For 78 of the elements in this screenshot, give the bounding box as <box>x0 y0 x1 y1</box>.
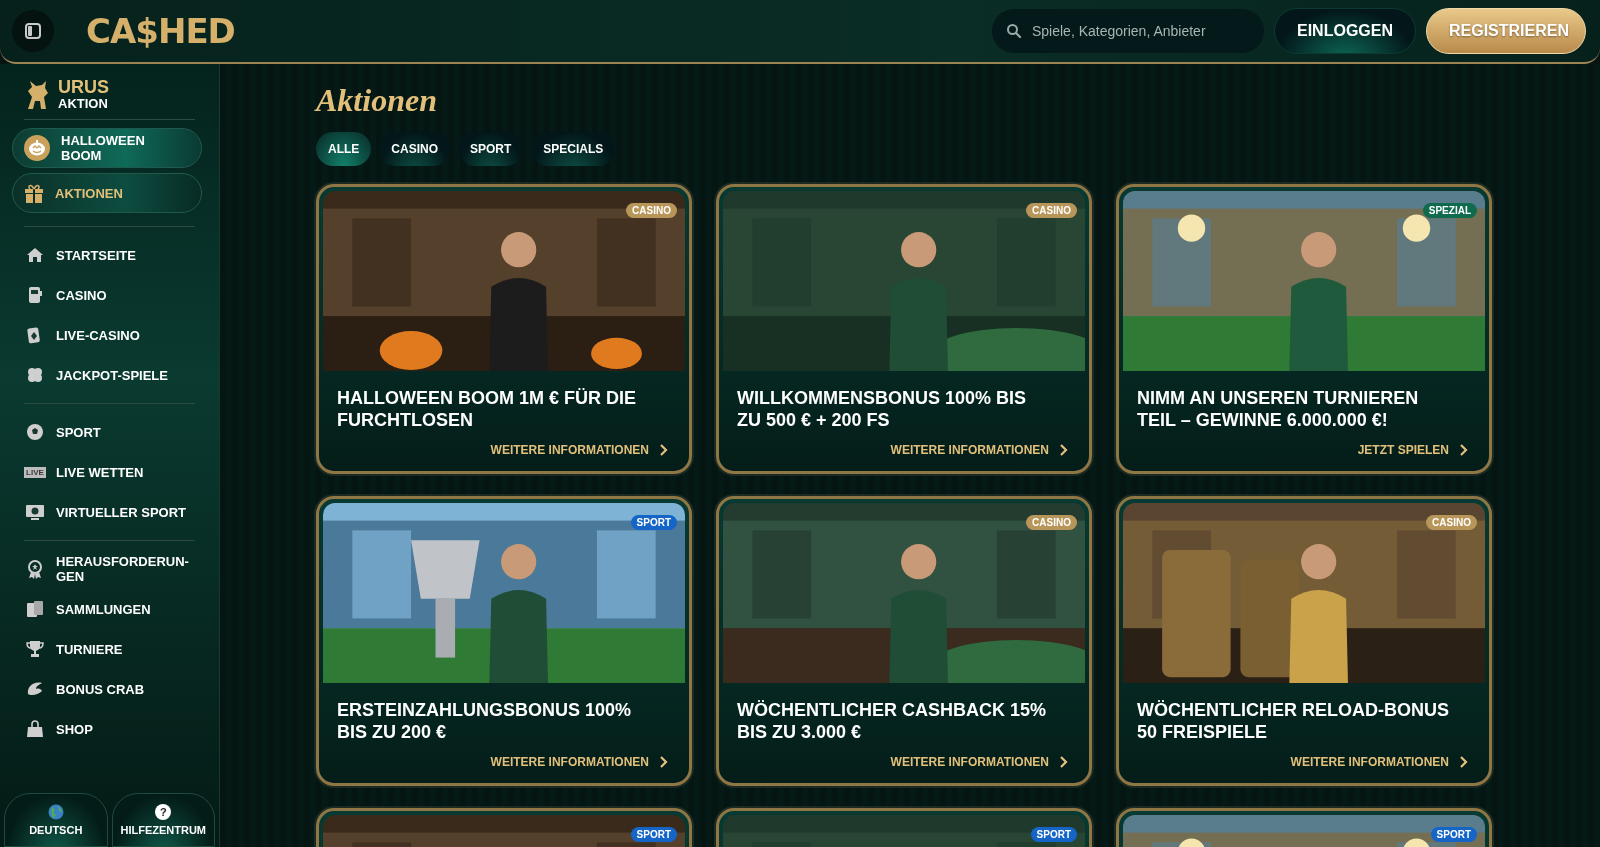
nav-item[interactable]: TURNIERE <box>12 629 207 669</box>
filter-tab[interactable]: CASINO <box>379 132 450 166</box>
nav-item[interactable]: LIVE-CASINO <box>12 315 207 355</box>
sidebar-icon <box>24 22 42 40</box>
nav-item[interactable]: CASINO <box>12 275 207 315</box>
globe-icon <box>47 804 64 820</box>
more-link[interactable]: WEITERE INFORMATIONEN <box>490 443 669 457</box>
promo-card[interactable]: CASINO HALLOWEEN BOOM 1M € FÜR DIE FURCHTLOSEN WEITERE INFORMATIONEN <box>316 184 692 474</box>
more-link[interactable]: WEITERE INFORMATIONEN <box>1290 755 1469 769</box>
category-badge: CASINO <box>1026 515 1077 530</box>
card-title: WÖCHENTLICHER CASHBACK 15% BIS ZU 3.000 € <box>737 699 1047 743</box>
page-title: Aktionen <box>316 81 438 120</box>
nav-item[interactable]: STARTSEITE <box>12 235 207 275</box>
featured-item[interactable]: AKTIONEN <box>12 173 202 213</box>
promo-card[interactable]: CASINO WÖCHENTLICHER RELOAD-BONUS 50 FREISPIELE WEITERE INFORMATIONEN <box>1116 496 1492 786</box>
card-title: NIMM AN UNSEREN TURNIEREN TEIL – GEWINNE 6.000.000 €! <box>1137 387 1420 431</box>
category-badge: SPORT <box>630 827 677 842</box>
nav-item[interactable]: SPORT <box>12 412 207 452</box>
featured-item[interactable]: HALLOWEEN BOOM <box>12 128 202 168</box>
nav-icon <box>25 719 45 739</box>
nav-icon <box>25 639 45 659</box>
card-title: ERSTEINZAHLUNGSBONUS 100% BIS ZU 200 € <box>337 699 633 743</box>
category-badge: SPORT <box>1430 827 1477 842</box>
nav-item[interactable]: JACKPOT-SPIELE <box>12 355 207 395</box>
sidebar-toggle-button[interactable] <box>12 10 54 52</box>
promo-card[interactable]: SPORT <box>716 808 1092 847</box>
pumpkin-icon <box>23 134 51 162</box>
promo-card[interactable]: CASINO WILLKOMMENSBONUS 100% BIS ZU 500 € + 200 FS WEITERE INFORMATIONEN <box>716 184 1092 474</box>
search-field[interactable]: Spiele, Kategorien, Anbieter <box>992 9 1264 53</box>
promo-card[interactable]: SPORT ERSTEINZAHLUNGSBONUS 100% BIS ZU 200 € WEITERE INFORMATIONEN <box>316 496 692 786</box>
nav-item[interactable]: SAMMLUNGEN <box>12 589 207 629</box>
promo-subtitle[interactable]: AKTION <box>58 96 109 111</box>
category-badge: SPEZIAL <box>1422 203 1477 218</box>
nav-item[interactable]: SHOP <box>12 709 207 749</box>
category-badge: SPORT <box>630 515 677 530</box>
live-icon: LIVE <box>24 466 46 478</box>
filter-tab[interactable]: SPORT <box>458 132 524 166</box>
promo-card[interactable]: SPEZIAL NIMM AN UNSEREN TURNIEREN TEIL – GEWINNE 6.000.000 €! JETZT SPIELEN <box>1116 184 1492 474</box>
nav-icon <box>25 365 45 385</box>
login-button[interactable]: EINLOGGEN <box>1274 8 1416 54</box>
chevron-icon <box>659 756 669 768</box>
nav-icon <box>25 599 45 619</box>
nav-icon <box>25 422 45 442</box>
category-badge: CASINO <box>1026 203 1077 218</box>
promo-card[interactable]: CASINO WÖCHENTLICHER CASHBACK 15% BIS ZU 3.000 € WEITERE INFORMATIONEN <box>716 496 1092 786</box>
category-badge: CASINO <box>1426 515 1477 530</box>
nav-icon <box>25 559 45 579</box>
nav-item[interactable]: BONUS CRAB <box>12 669 207 709</box>
nav-item[interactable]: HERAUSFORDERUN-GEN <box>12 549 207 589</box>
nav-item[interactable]: VIRTUELLER SPORT <box>12 492 207 532</box>
help-center-button[interactable]: ? HILFEZENTRUM <box>111 793 215 847</box>
nav-icon <box>25 245 45 265</box>
chevron-icon <box>1059 444 1069 456</box>
more-link[interactable]: JETZT SPIELEN <box>1357 443 1469 457</box>
filter-tab[interactable]: SPECIALS <box>531 132 616 166</box>
card-title: HALLOWEEN BOOM 1M € FÜR DIE FURCHTLOSEN <box>337 387 637 431</box>
filter-tab[interactable]: ALLE <box>316 132 372 166</box>
card-title: WILLKOMMENSBONUS 100% BIS ZU 500 € + 200 FS <box>737 387 1028 431</box>
card-title: WÖCHENTLICHER RELOAD-BONUS 50 FREISPIELE <box>1137 699 1450 743</box>
logo[interactable]: CA$HED <box>86 11 235 51</box>
search-icon <box>1006 23 1022 39</box>
chevron-icon <box>1459 756 1469 768</box>
chevron-icon <box>1459 444 1469 456</box>
category-badge: CASINO <box>626 203 677 218</box>
nav-item[interactable]: LIVE LIVE WETTEN <box>12 452 207 492</box>
more-link[interactable]: WEITERE INFORMATIONEN <box>890 443 1069 457</box>
gift-icon <box>23 182 45 204</box>
promo-card[interactable]: SPORT <box>316 808 692 847</box>
more-link[interactable]: WEITERE INFORMATIONEN <box>490 755 669 769</box>
language-button[interactable]: DEUTSCH <box>4 793 108 847</box>
category-badge: SPORT <box>1030 827 1077 842</box>
promo-card[interactable]: SPORT <box>1116 808 1492 847</box>
help-icon: ? <box>155 804 172 820</box>
nav-icon <box>25 502 45 522</box>
chevron-icon <box>1059 756 1069 768</box>
chevron-icon <box>659 444 669 456</box>
promo-title[interactable]: URUS <box>58 78 109 96</box>
more-link[interactable]: WEITERE INFORMATIONEN <box>890 755 1069 769</box>
